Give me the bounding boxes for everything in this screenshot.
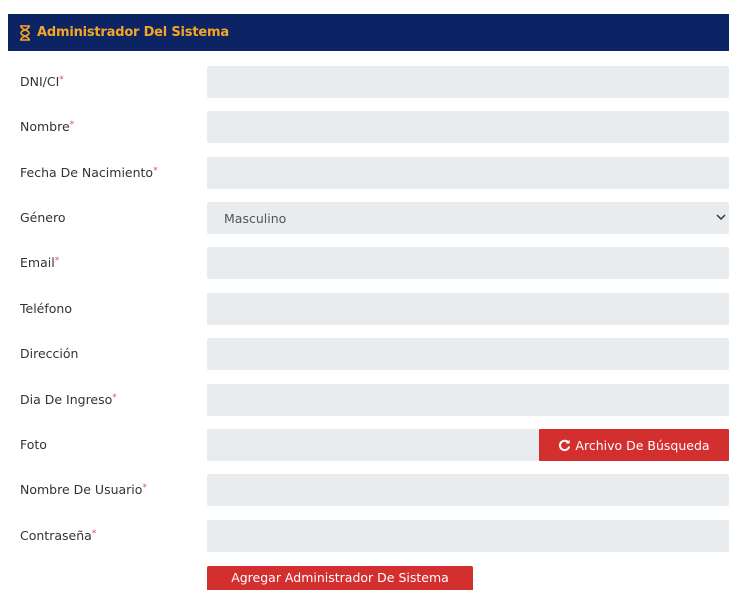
usuario-label: Nombre De Usuario*: [20, 482, 147, 497]
form-row-telefono: Teléfono: [0, 293, 729, 325]
telefono-label: Teléfono: [20, 301, 72, 316]
form-row-email: Email*: [0, 247, 729, 279]
contrasena-label: Contraseña*: [20, 528, 97, 543]
direccion-input[interactable]: [207, 338, 729, 370]
form-row-dni: DNI/CI*: [0, 66, 729, 98]
nombre-input[interactable]: [207, 111, 729, 143]
chevron-down-icon: [716, 214, 726, 221]
genero-select[interactable]: Masculino: [207, 202, 729, 234]
form-row-fecha-nacimiento: Fecha De Nacimiento*: [0, 157, 729, 189]
direccion-label: Dirección: [20, 346, 79, 361]
form-row-dia-ingreso: Dia De Ingreso*: [0, 384, 729, 416]
dia-ingreso-input[interactable]: [207, 384, 729, 416]
browse-file-label: Archivo De Búsqueda: [575, 437, 710, 453]
dni-label: DNI/CI*: [20, 74, 64, 89]
add-admin-button[interactable]: Agregar Administrador De Sistema: [207, 566, 473, 590]
browse-file-button[interactable]: Archivo De Búsqueda: [539, 429, 729, 461]
genero-selected-value: Masculino: [224, 210, 287, 226]
dni-input[interactable]: [207, 66, 729, 98]
nombre-label: Nombre*: [20, 119, 75, 134]
fecha-nacimiento-input[interactable]: [207, 157, 729, 189]
form-row-nombre: Nombre*: [0, 111, 729, 143]
form-row-foto: Foto Archivo De Búsqueda: [0, 429, 729, 461]
usuario-input[interactable]: [207, 474, 729, 506]
panel-title: Administrador Del Sistema: [37, 25, 229, 40]
form-row-usuario: Nombre De Usuario*: [0, 474, 729, 506]
panel-header: Administrador Del Sistema: [8, 14, 729, 51]
foto-file-input[interactable]: Archivo De Búsqueda: [207, 429, 729, 461]
form-row-genero: Género Masculino: [0, 202, 729, 234]
email-label: Email*: [20, 255, 60, 270]
email-input[interactable]: [207, 247, 729, 279]
form-row-direccion: Dirección: [0, 338, 729, 370]
telefono-input[interactable]: [207, 293, 729, 325]
contrasena-input[interactable]: [207, 520, 729, 552]
fecha-nacimiento-label: Fecha De Nacimiento*: [20, 165, 158, 180]
genero-label: Género: [20, 210, 66, 225]
hourglass-icon: [20, 24, 30, 41]
dia-ingreso-label: Dia De Ingreso*: [20, 392, 117, 407]
form-row-contrasena: Contraseña*: [0, 520, 729, 552]
refresh-icon: [559, 439, 571, 451]
foto-label: Foto: [20, 437, 47, 452]
add-admin-button-label: Agregar Administrador De Sistema: [231, 570, 449, 585]
